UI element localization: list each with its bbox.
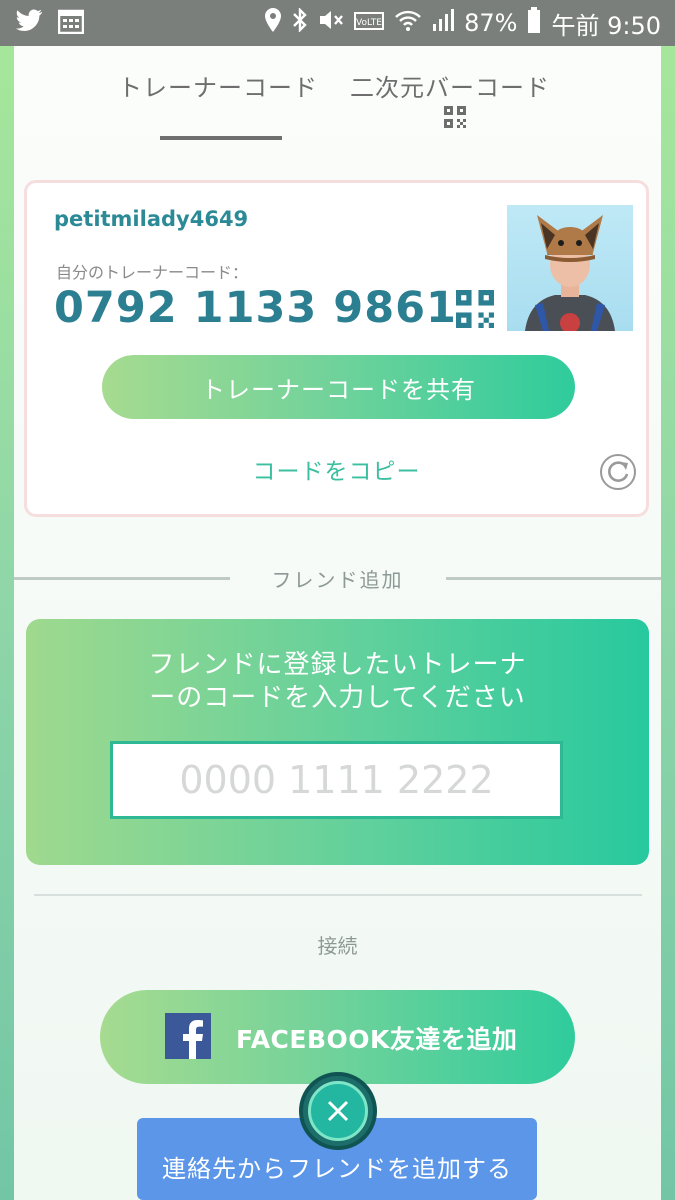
add-friend-box: フレンドに登録したいトレーナ ーのコードを入力してください (26, 619, 649, 865)
battery-percent: 87% (464, 9, 518, 37)
wifi-icon (394, 8, 422, 38)
friend-code-input[interactable] (110, 741, 563, 819)
tab-selected-indicator (160, 136, 282, 140)
tab-qr-code[interactable]: 二次元バーコード (350, 68, 550, 103)
refresh-icon[interactable] (599, 453, 637, 491)
divider-right (446, 577, 661, 580)
add-friend-prompt-line2: ーのコードを入力してください (149, 683, 526, 713)
share-code-button[interactable]: トレーナーコードを共有 (102, 355, 575, 419)
facebook-button-label: FACEBOOK友達を追加 (236, 1025, 518, 1054)
trainer-code: 0792 1133 9861 (54, 283, 457, 333)
close-icon (308, 1081, 368, 1141)
add-facebook-friends-button[interactable]: FACEBOOK友達を追加 (100, 990, 575, 1084)
location-icon (264, 8, 282, 38)
battery-icon (527, 7, 541, 39)
mute-icon (318, 8, 344, 38)
add-friend-prompt-line1: フレンドに登録したいトレーナ (148, 650, 527, 680)
qr-code-icon[interactable] (444, 106, 466, 128)
trainer-code-label: 自分のトレーナーコード： (56, 263, 249, 282)
twitter-icon (14, 9, 44, 37)
tab-trainer-code[interactable]: トレーナーコード (118, 68, 318, 103)
avatar[interactable] (507, 205, 633, 331)
bluetooth-icon (292, 7, 308, 38)
clock: 午前 9:50 (551, 11, 661, 40)
qr-code-icon[interactable] (456, 290, 494, 328)
volte-icon: VoLTE (354, 9, 385, 37)
close-button[interactable] (299, 1072, 377, 1150)
friend-panel: トレーナーコード 二次元バーコード petitmilady4649 自分のトレー… (14, 46, 661, 1200)
username: petitmilady4649 (54, 207, 249, 231)
tab-bar: トレーナーコード 二次元バーコード (14, 46, 661, 146)
connect-heading: 接続 (317, 934, 358, 958)
calendar-icon (57, 8, 85, 38)
svg-text:VoLTE: VoLTE (356, 18, 382, 28)
facebook-icon (165, 1013, 211, 1059)
trainer-card: petitmilady4649 自分のトレーナーコード： 0792 1133 9… (24, 180, 649, 517)
add-friend-prompt: フレンドに登録したいトレーナ ーのコードを入力してください (26, 649, 649, 715)
signal-icon (432, 8, 455, 38)
copy-code-link[interactable]: コードをコピー (27, 451, 646, 487)
status-bar: VoLTE 87% 午前 9:50 (0, 0, 675, 46)
section-divider (34, 894, 642, 896)
